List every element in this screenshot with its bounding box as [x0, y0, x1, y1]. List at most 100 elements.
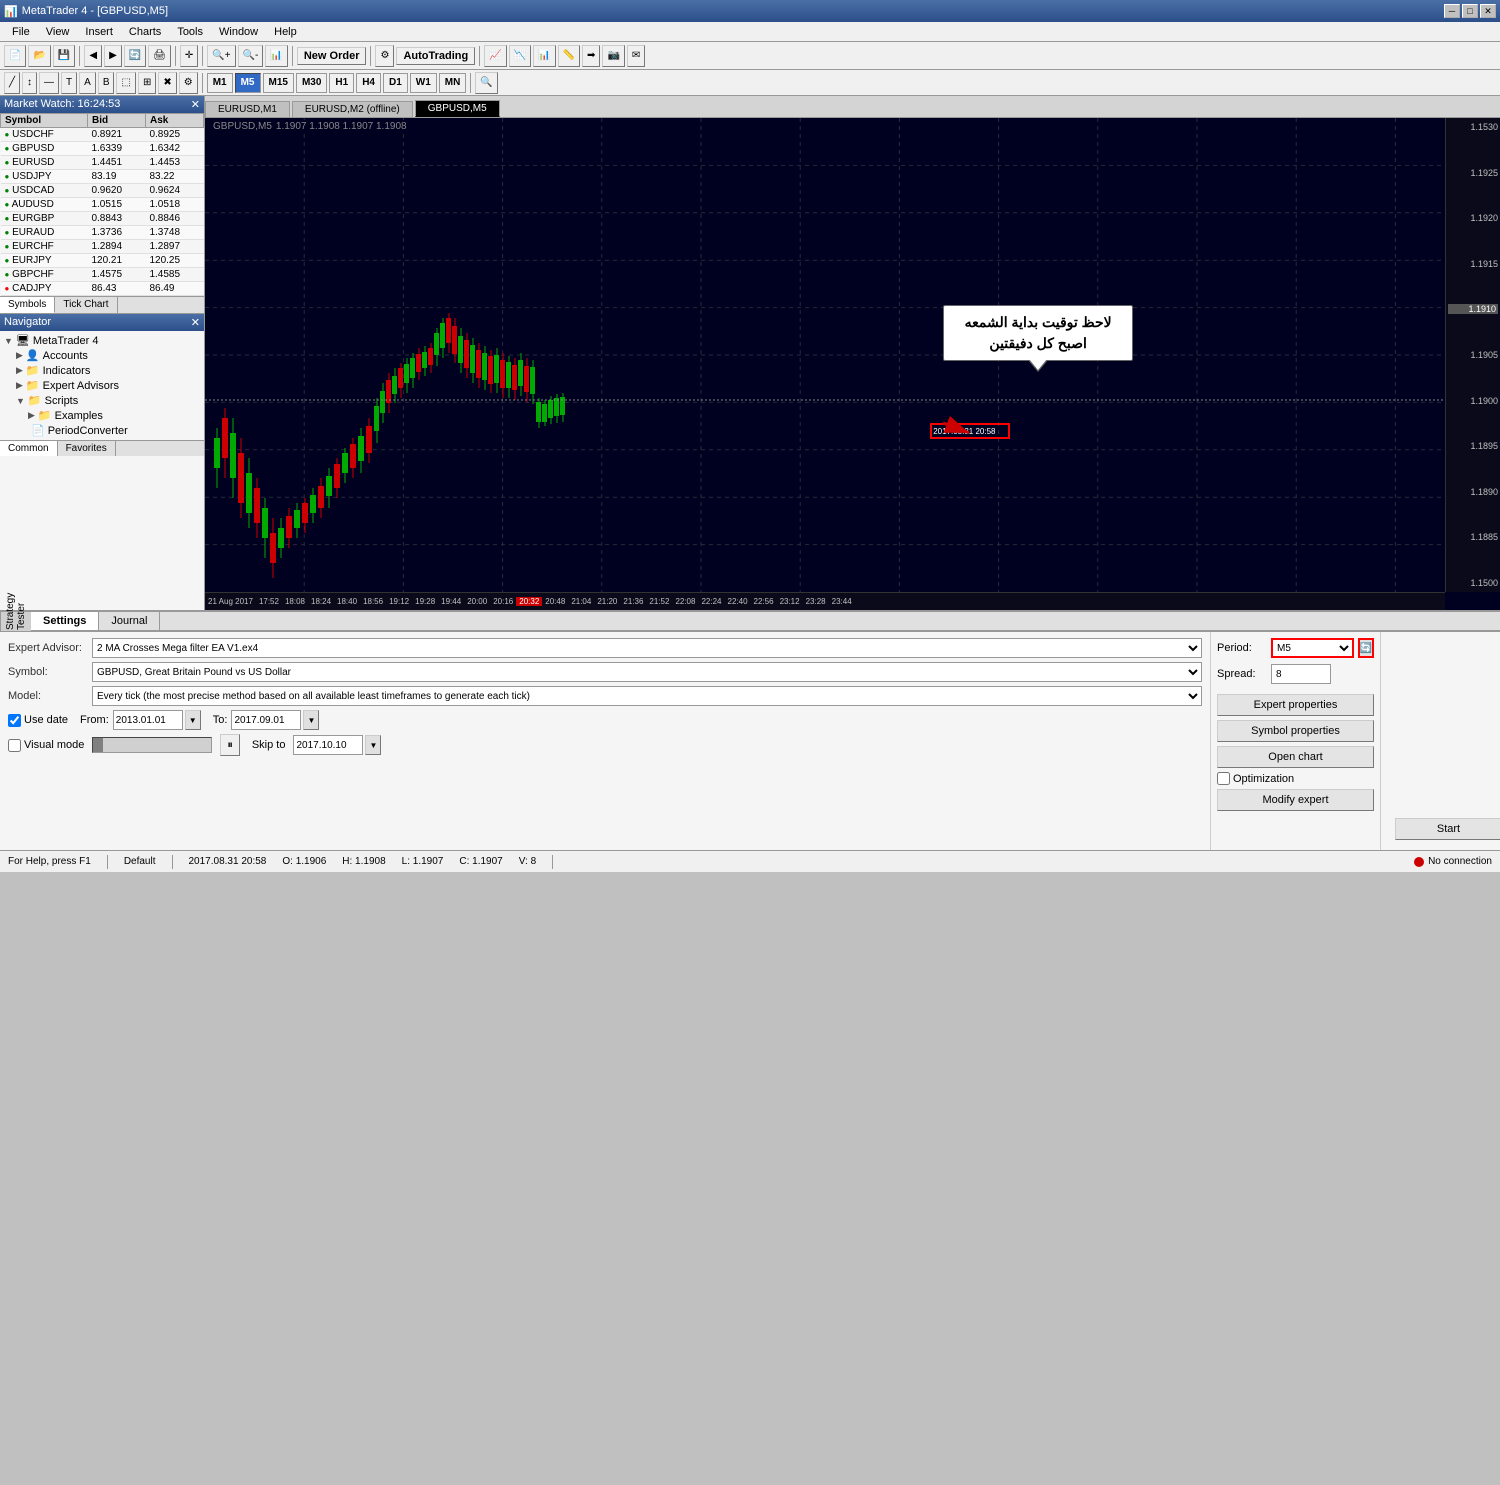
- zoom-out-btn[interactable]: 🔍-: [238, 45, 264, 67]
- start-button[interactable]: Start: [1395, 818, 1500, 840]
- spread-input[interactable]: [1271, 664, 1331, 684]
- nav-item-experts[interactable]: ▶ 📁 Expert Advisors: [2, 378, 202, 393]
- period-m5[interactable]: M5: [235, 73, 261, 93]
- period-mn[interactable]: MN: [439, 73, 467, 93]
- nav-item-indicators[interactable]: ▶ 📁 Indicators: [2, 363, 202, 378]
- indicator1-btn[interactable]: 📈: [484, 45, 506, 67]
- refresh-btn[interactable]: 🔄: [124, 45, 146, 67]
- period-dropdown[interactable]: M5: [1271, 638, 1354, 658]
- tester-model-select[interactable]: Every tick (the most precise method base…: [92, 686, 1202, 706]
- crosshair-btn[interactable]: ✛: [180, 45, 198, 67]
- menu-view[interactable]: View: [38, 24, 78, 40]
- chart-tab-eurusd-m2[interactable]: EURUSD,M2 (offline): [292, 101, 413, 117]
- auto-trading-btn[interactable]: AutoTrading: [396, 47, 475, 65]
- minimize-button[interactable]: ─: [1444, 4, 1460, 18]
- new-chart-btn[interactable]: 📄: [4, 45, 26, 67]
- period-m30[interactable]: M30: [296, 73, 327, 93]
- period-h4[interactable]: H4: [356, 73, 381, 93]
- chart-canvas[interactable]: GBPUSD,M5 1.1907 1.1908 1.1907 1.1908: [205, 118, 1500, 610]
- period-d1[interactable]: D1: [383, 73, 408, 93]
- email-btn[interactable]: ✉: [627, 45, 645, 67]
- visual-mode-checkbox[interactable]: [8, 739, 21, 752]
- print-btn[interactable]: 🖨: [148, 45, 171, 67]
- tester-tab-settings[interactable]: Settings: [31, 612, 99, 630]
- market-watch-row[interactable]: ● CADJPY 86.43 86.49: [1, 282, 204, 296]
- mw-tab-symbols[interactable]: Symbols: [0, 297, 55, 313]
- nav-item-root[interactable]: ▼ 🖥 MetaTrader 4: [2, 333, 202, 348]
- to-date-btn[interactable]: ▼: [303, 710, 319, 730]
- menu-charts[interactable]: Charts: [121, 24, 169, 40]
- open-chart-btn[interactable]: Open chart: [1217, 746, 1374, 768]
- forward-btn[interactable]: ▶: [104, 45, 122, 67]
- search-btn[interactable]: 🔍: [475, 72, 497, 94]
- menu-window[interactable]: Window: [211, 24, 266, 40]
- market-watch-row[interactable]: ● EURAUD 1.3736 1.3748: [1, 226, 204, 240]
- period-h1[interactable]: H1: [329, 73, 354, 93]
- chart-tab-gbpusd-m5[interactable]: GBPUSD,M5: [415, 100, 500, 117]
- market-watch-row[interactable]: ● GBPUSD 1.6339 1.6342: [1, 142, 204, 156]
- market-watch-row[interactable]: ● EURCHF 1.2894 1.2897: [1, 240, 204, 254]
- new-order-btn[interactable]: New Order: [297, 47, 367, 65]
- period-refresh-btn[interactable]: 🔄: [1358, 638, 1374, 658]
- modify-expert-btn[interactable]: Modify expert: [1217, 789, 1374, 811]
- menu-file[interactable]: File: [4, 24, 38, 40]
- market-watch-row[interactable]: ● GBPCHF 1.4575 1.4585: [1, 268, 204, 282]
- pause-btn[interactable]: ⏸: [220, 734, 240, 756]
- navigator-close[interactable]: ✕: [191, 316, 200, 329]
- from-date-input[interactable]: [113, 710, 183, 730]
- chart-type-btn[interactable]: 📊: [265, 45, 287, 67]
- copy-tool[interactable]: ⊞: [138, 72, 156, 94]
- nav-tab-favorites[interactable]: Favorites: [58, 441, 116, 456]
- market-watch-close[interactable]: ✕: [191, 98, 200, 111]
- title-bar-controls[interactable]: ─ □ ✕: [1444, 4, 1496, 18]
- tester-symbol-select[interactable]: GBPUSD, Great Britain Pound vs US Dollar: [92, 662, 1202, 682]
- save-btn[interactable]: 💾: [53, 45, 75, 67]
- hline-tool[interactable]: —: [39, 72, 59, 94]
- market-watch-row[interactable]: ● EURUSD 1.4451 1.4453: [1, 156, 204, 170]
- period-m15[interactable]: M15: [263, 73, 294, 93]
- close-button[interactable]: ✕: [1480, 4, 1496, 18]
- market-watch-row[interactable]: ● AUDUSD 1.0515 1.0518: [1, 198, 204, 212]
- optimization-checkbox[interactable]: [1217, 772, 1230, 785]
- select-tool[interactable]: ⬚: [116, 72, 135, 94]
- chart-tab-eurusd-m1[interactable]: EURUSD,M1: [205, 101, 290, 117]
- nav-item-periodconverter[interactable]: 📄 PeriodConverter: [2, 423, 202, 438]
- indicator3-btn[interactable]: 📊: [533, 45, 555, 67]
- skip-to-input[interactable]: [293, 735, 363, 755]
- skip-to-date-btn[interactable]: ▼: [365, 735, 381, 755]
- back-btn[interactable]: ◀: [84, 45, 102, 67]
- nav-item-scripts[interactable]: ▼ 📁 Scripts: [2, 393, 202, 408]
- visual-mode-wrapper[interactable]: Visual mode: [8, 739, 84, 752]
- visual-slider[interactable]: [92, 737, 212, 753]
- expert-properties-btn[interactable]: Expert properties: [1217, 694, 1374, 716]
- market-watch-row[interactable]: ● USDCHF 0.8921 0.8925: [1, 128, 204, 142]
- tester-tab-journal[interactable]: Journal: [99, 612, 160, 630]
- from-date-btn[interactable]: ▼: [185, 710, 201, 730]
- arrow-btn[interactable]: ➡: [582, 45, 600, 67]
- line-tool[interactable]: ╱: [4, 72, 20, 94]
- arrow-tool[interactable]: ↕: [22, 72, 37, 94]
- nav-item-examples[interactable]: ▶ 📁 Examples: [2, 408, 202, 423]
- nav-tab-common[interactable]: Common: [0, 441, 58, 456]
- menu-insert[interactable]: Insert: [77, 24, 121, 40]
- period-m1[interactable]: M1: [207, 73, 233, 93]
- use-date-checkbox[interactable]: [8, 714, 21, 727]
- font-tool[interactable]: A: [79, 72, 96, 94]
- optimization-wrapper[interactable]: Optimization: [1217, 772, 1294, 785]
- market-watch-row[interactable]: ● EURGBP 0.8843 0.8846: [1, 212, 204, 226]
- bold-tool[interactable]: B: [98, 72, 115, 94]
- del-tool[interactable]: ✖: [158, 72, 176, 94]
- market-watch-row[interactable]: ● USDJPY 83.19 83.22: [1, 170, 204, 184]
- mw-tab-tick[interactable]: Tick Chart: [55, 297, 117, 313]
- line-btn[interactable]: 📏: [558, 45, 580, 67]
- symbol-properties-btn[interactable]: Symbol properties: [1217, 720, 1374, 742]
- maximize-button[interactable]: □: [1462, 4, 1478, 18]
- props-tool[interactable]: ⚙: [179, 72, 198, 94]
- text-tool[interactable]: T: [61, 72, 77, 94]
- to-date-input[interactable]: [231, 710, 301, 730]
- nav-item-accounts[interactable]: ▶ 👤 Accounts: [2, 348, 202, 363]
- menu-help[interactable]: Help: [266, 24, 305, 40]
- market-watch-row[interactable]: ● USDCAD 0.9620 0.9624: [1, 184, 204, 198]
- tester-ea-select[interactable]: 2 MA Crosses Mega filter EA V1.ex4: [92, 638, 1202, 658]
- camera-btn[interactable]: 📷: [602, 45, 624, 67]
